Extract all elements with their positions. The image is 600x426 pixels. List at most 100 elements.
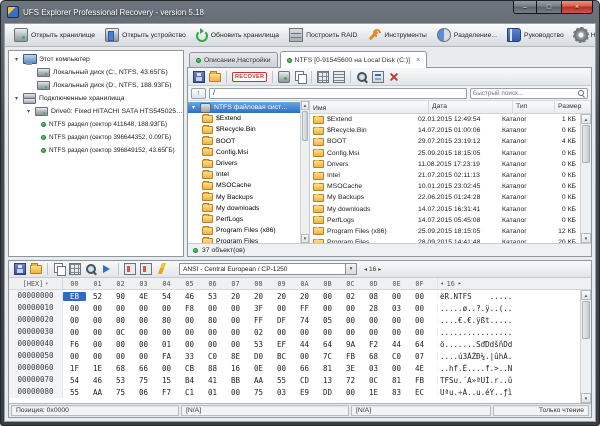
hex-byte[interactable]: 00 xyxy=(385,316,408,325)
disk-image-icon[interactable] xyxy=(278,71,290,83)
hex-byte[interactable]: 00 xyxy=(339,328,362,337)
tree-item-ntfs-partition-2[interactable]: NTFS раздел (сектор 396644352, 0.09ГБ) xyxy=(9,131,183,144)
hex-byte[interactable]: 64 xyxy=(316,340,339,349)
hex-byte[interactable]: 00 xyxy=(293,328,316,337)
hex-byte[interactable]: 00 xyxy=(270,328,293,337)
hex-byte[interactable]: 00 xyxy=(201,340,224,349)
hex-byte[interactable]: 00 xyxy=(63,328,86,337)
hex-byte[interactable]: 53 xyxy=(201,292,224,301)
hex-byte[interactable]: 00 xyxy=(224,328,247,337)
hex-byte[interactable]: 05 xyxy=(316,316,339,325)
fs-tree-root[interactable]: ▾ NTFS файловая система xyxy=(188,102,300,113)
hex-byte[interactable]: 20 xyxy=(293,292,316,301)
hex-byte[interactable]: F8 xyxy=(178,304,201,313)
hex-byte[interactable]: 00 xyxy=(86,352,109,361)
hex-byte[interactable]: 81 xyxy=(316,364,339,373)
find-hex-icon[interactable] xyxy=(85,263,97,275)
tree-item-ntfs-partition-3[interactable]: NTFS раздел (сектор 396849152, 43.65ГБ) xyxy=(9,144,183,157)
hex-byte[interactable]: 00 xyxy=(408,316,431,325)
hex-byte[interactable]: 15 xyxy=(155,376,178,385)
hex-view-icon[interactable] xyxy=(372,71,384,83)
tab-explorer[interactable]: NTFS [0-91545600 на Local Disk (C:)]× xyxy=(280,51,428,68)
hex-byte[interactable]: CB xyxy=(178,364,201,373)
hex-byte[interactable]: B4 xyxy=(178,376,201,385)
toolbar-button-build-raid[interactable]: Построить RAID xyxy=(284,26,362,45)
save-files-icon[interactable] xyxy=(193,71,205,83)
hex-byte[interactable]: 75 xyxy=(132,376,155,385)
hex-byte[interactable]: 33 xyxy=(178,352,201,361)
hex-byte[interactable]: 88 xyxy=(201,364,224,373)
hex-byte[interactable]: FF xyxy=(293,304,316,313)
hex-byte[interactable]: 41 xyxy=(201,376,224,385)
hex-byte[interactable]: 00 xyxy=(109,340,132,349)
hex-byte[interactable]: 00 xyxy=(178,328,201,337)
toolbar-button-tools[interactable]: Инструменты xyxy=(362,26,431,45)
hex-byte[interactable]: CD xyxy=(293,376,316,385)
tree-item-ntfs-partition-1[interactable]: NTFS раздел (сектор 411648, 188.93ГБ) xyxy=(9,118,183,131)
hex-byte[interactable]: 55 xyxy=(270,376,293,385)
hex-row[interactable]: 000000100000000000F800003F00FF0000280300… xyxy=(9,302,591,314)
hex-byte[interactable]: FB xyxy=(339,352,362,361)
tree-item-drive0[interactable]: ▾ Drive0: Fixed HITACHI SATA HTS545025B9… xyxy=(9,105,183,118)
hex-byte[interactable]: 1F xyxy=(63,364,86,373)
fs-tree-item[interactable]: BOOT xyxy=(188,136,309,147)
hex-byte[interactable]: 00 xyxy=(408,304,431,313)
hex-byte[interactable]: 68 xyxy=(109,364,132,373)
file-row[interactable]: Drivers11.08.2015 17:23:19Каталог0 КБ xyxy=(310,159,580,170)
file-row[interactable]: Intel21.07.2015 02:11:13Каталог0 КБ xyxy=(310,170,580,181)
hex-row[interactable]: 0000008055AA7506F7C101007503E9DD001E83EC… xyxy=(9,386,591,398)
hex-byte[interactable]: 00 xyxy=(362,328,385,337)
hex-byte[interactable]: C1 xyxy=(178,388,201,397)
hex-byte[interactable]: EB xyxy=(63,292,86,301)
column-header-0[interactable]: Имя xyxy=(310,101,429,113)
hex-byte[interactable]: 74 xyxy=(293,316,316,325)
hex-byte[interactable]: 4E xyxy=(408,364,431,373)
hex-byte[interactable]: 00 xyxy=(86,304,109,313)
increase-icon[interactable]: ▸ xyxy=(378,266,381,273)
hex-byte[interactable]: 66 xyxy=(132,364,155,373)
hex-byte[interactable]: DD xyxy=(316,388,339,397)
fs-tree-item[interactable]: Drivers xyxy=(188,158,309,169)
hex-scrollbar[interactable]: ▲ ▼ xyxy=(580,290,591,403)
hex-byte[interactable]: 00 xyxy=(408,328,431,337)
goto-offset-icon[interactable] xyxy=(101,263,113,275)
file-row[interactable]: Program Files (x86)25.09.2015 18:15:05Ка… xyxy=(310,226,580,237)
hex-byte[interactable]: 20 xyxy=(270,292,293,301)
hex-byte[interactable]: 44 xyxy=(293,340,316,349)
hex-byte[interactable]: 00 xyxy=(132,304,155,313)
scroll-up-icon[interactable]: ▲ xyxy=(581,290,591,300)
hex-byte[interactable]: 3F xyxy=(247,304,270,313)
up-level-button[interactable]: ↑ xyxy=(191,88,206,99)
hex-byte[interactable]: 80 xyxy=(201,316,224,325)
hex-byte[interactable]: F6 xyxy=(63,340,86,349)
hex-byte[interactable]: 00 xyxy=(270,304,293,313)
file-row[interactable]: My Backups22.06.2015 01:24:28Каталог0 КБ xyxy=(310,192,580,203)
hex-byte[interactable]: 00 xyxy=(109,316,132,325)
toolbar-button-manual[interactable]: Руководство xyxy=(502,26,569,45)
hex-row[interactable]: 0000003000000C00000000000200000000000000… xyxy=(9,326,591,338)
tab-close-icon[interactable]: × xyxy=(416,57,420,64)
hex-byte[interactable]: 00 xyxy=(201,328,224,337)
hex-byte[interactable]: E9 xyxy=(293,388,316,397)
hex-byte[interactable]: 46 xyxy=(86,376,109,385)
hex-byte[interactable]: 00 xyxy=(224,304,247,313)
dropdown-icon[interactable]: ▾ xyxy=(345,264,356,274)
tree-item-local-disk-c[interactable]: Локальный диск (C:, NTFS, 43.65ГБ) xyxy=(9,66,183,79)
hex-byte[interactable]: 52 xyxy=(86,292,109,301)
hex-byte[interactable]: 07 xyxy=(408,352,431,361)
copy-files-icon[interactable] xyxy=(294,71,306,83)
hex-byte[interactable]: 66 xyxy=(293,364,316,373)
hex-byte[interactable]: 46 xyxy=(178,292,201,301)
decrease-icon[interactable]: ◂ xyxy=(364,266,367,273)
hex-byte[interactable]: 1E xyxy=(86,364,109,373)
bookmark-remove-icon[interactable] xyxy=(140,263,152,275)
fs-tree-item[interactable]: Intel xyxy=(188,169,309,180)
file-row[interactable]: $Recycle.Bin14.07.2015 01:00:06Каталог0 … xyxy=(310,125,580,136)
hex-byte[interactable]: 0E xyxy=(247,364,270,373)
hex-byte[interactable]: 00 xyxy=(132,328,155,337)
scroll-down-icon[interactable]: ▼ xyxy=(581,233,591,243)
hex-byte[interactable]: 06 xyxy=(132,388,155,397)
hex-byte[interactable]: 54 xyxy=(155,292,178,301)
hex-byte[interactable]: 28 xyxy=(362,304,385,313)
toolbar-button-partition[interactable]: Разделение... xyxy=(432,26,502,45)
